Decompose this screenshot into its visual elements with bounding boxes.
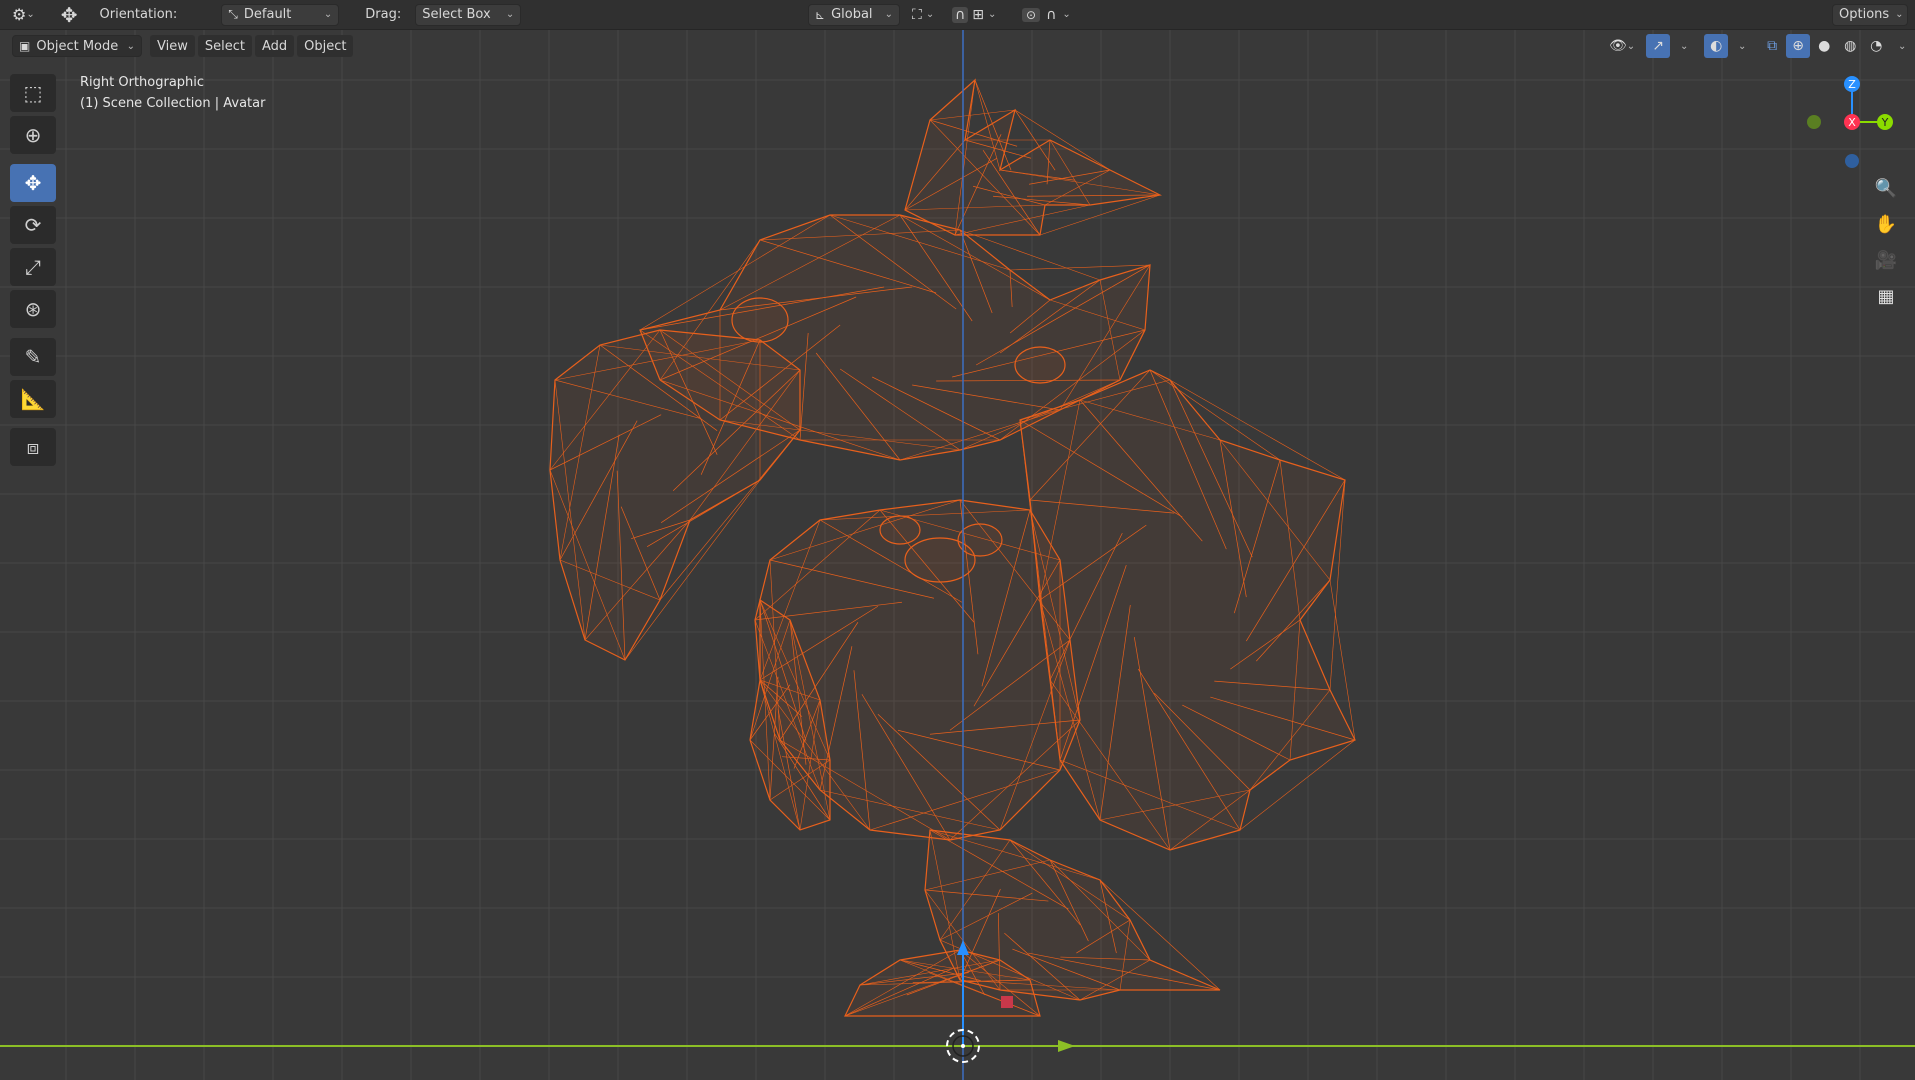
grid-icon[interactable]: ▦ [1870,280,1902,312]
object-mode-icon: ▣ [19,39,31,53]
options-dropdown[interactable]: Options ⌄ [1832,3,1908,26]
snap-increment-icon: ⊞ [972,6,984,23]
mode-dropdown[interactable]: ▣ Object Mode ⌄ [12,35,142,57]
falloff-curve-icon: ∩ [1046,6,1057,23]
navigation-gizmo[interactable]: Z Y X [1790,72,1910,182]
material-shading-icon[interactable]: ◍ [1838,34,1862,58]
xray-toggle-icon[interactable]: ⧉ [1760,34,1784,58]
global-axes-icon: ⊾ [815,7,826,22]
wireframe-detail [957,523,1003,557]
z-axis-label: Z [1848,78,1856,91]
y-axis-label: Y [1881,116,1889,129]
move-tool-icon[interactable]: ✥ [61,3,78,27]
move-icon[interactable]: ✥ [10,164,56,202]
neg-y-axis-handle[interactable] [1807,115,1821,129]
viewport-info-overlay: Right Orthographic (1) Scene Collection … [80,72,265,114]
chevron-down-icon: ⌄ [505,9,515,20]
menu-object[interactable]: Object [297,35,354,57]
proportional-editing-controls[interactable]: ⊙ ∩ ⌄ [1022,3,1071,27]
annotate-icon[interactable]: ✎ [10,338,56,376]
transform-space-value: Global [831,7,873,22]
tool-settings-icon: ⚙ [12,5,27,24]
visibility-eye-icon[interactable]: 👁 ⌄ [1606,34,1638,58]
pivot-point-dropdown[interactable]: ⛶ ⌄ [912,3,934,27]
wireframe-detail [731,297,789,343]
3d-viewport[interactable] [0,30,1915,1080]
drag-dropdown[interactable]: Select Box ⌄ [415,3,522,26]
zoom-icon[interactable]: 🔍 [1870,172,1902,204]
rotate-icon[interactable]: ⟳ [10,206,56,244]
camera-icon[interactable]: 🎥 [1870,244,1902,276]
left-toolbar: ⬚ ⊕ ✥ ⟳ ⤢ ⊛ ✎ 📐 ⧈ [10,74,58,470]
select-box-icon[interactable]: ⬚ [10,74,56,112]
measure-icon[interactable]: 📐 [10,380,56,418]
orientation-value: Default [243,7,292,22]
solid-shading-icon[interactable]: ● [1812,34,1836,58]
gizmo-toggle-icon[interactable]: ↗ [1646,34,1671,58]
drag-label: Drag: [365,7,402,22]
snap-controls[interactable]: ∩ ⊞ ⌄ [952,3,996,27]
chevron-down-icon: ⌄ [1895,9,1904,20]
rendered-shading-icon[interactable]: ◔ [1864,34,1888,58]
proportional-edit-icon: ⊙ [1022,7,1041,22]
menu-add[interactable]: Add [254,35,295,57]
menu-view[interactable]: View [150,35,195,57]
orientation-label: Orientation: [99,7,178,22]
orientation-icon: ⤡ [228,7,238,21]
chevron-down-icon: ⌄ [323,9,333,20]
cursor-icon[interactable]: ⊕ [10,116,56,154]
snap-magnet-icon: ∩ [952,6,969,23]
viewport-shading-controls: 👁 ⌄ ↗ ⌄ ◐ ⌄ ⧉ ⊕ ● ◍ ◔ ⌄ [1606,34,1914,58]
chevron-down-icon: ⌄ [126,40,135,52]
transform-icon[interactable]: ⊛ [10,290,56,328]
wireframe-shading-icon[interactable]: ⊕ [1786,34,1811,58]
options-label: Options [1839,7,1890,22]
pan-hand-icon[interactable]: ✋ [1870,208,1902,240]
view-name: Right Orthographic [80,75,205,90]
wireframe-detail [879,515,921,545]
scale-icon[interactable]: ⤢ [10,248,56,286]
pivot-icon: ⛶ [912,6,922,23]
overlays-toggle-icon[interactable]: ◐ [1704,34,1729,58]
scene-collection-label: (1) Scene Collection | Avatar [80,96,266,111]
x-axis-label: X [1848,116,1856,129]
gizmo-dropdown[interactable]: ⌄ [1672,34,1696,58]
neg-z-axis-handle[interactable] [1845,154,1859,168]
chevron-down-icon: ⌄ [884,9,893,20]
overlays-dropdown[interactable]: ⌄ [1730,34,1754,58]
menu-select[interactable]: Select [197,35,252,57]
shading-dropdown[interactable]: ⌄ [1890,34,1914,58]
viewport-canvas[interactable] [0,30,1915,1080]
transform-orientation-dropdown[interactable]: ⊾ Global ⌄ [808,3,900,26]
orientation-dropdown[interactable]: ⤡ Default ⌄ [221,3,340,26]
add-cube-icon[interactable]: ⧈ [10,428,56,466]
tool-settings-dropdown[interactable]: ⚙ ⌄ [12,3,35,27]
mode-value: Object Mode [36,38,119,54]
drag-value: Select Box [422,7,491,22]
wireframe-detail [1014,346,1066,384]
tool-header: ⚙ ⌄ ✥ Orientation: ⤡ Default ⌄ Drag: Selec… [0,0,1915,30]
